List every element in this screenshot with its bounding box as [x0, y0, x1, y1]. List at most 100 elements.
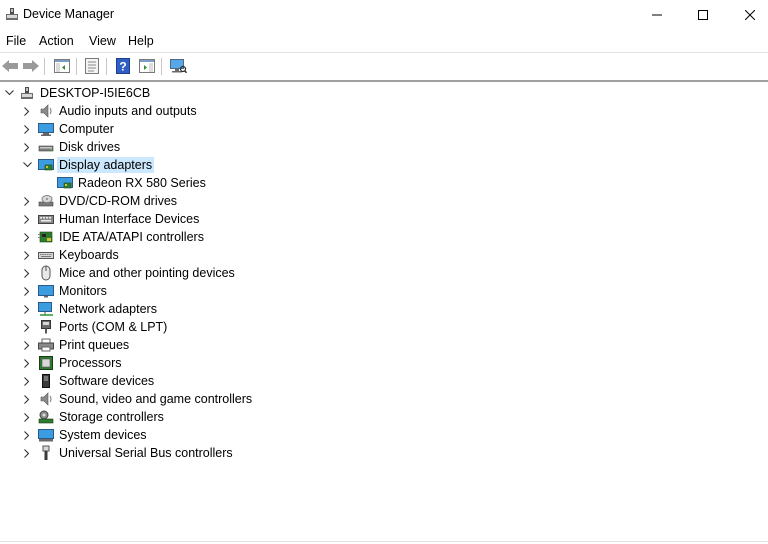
tree-item-label: Ports (COM & LPT): [59, 320, 168, 334]
tree-item-storage-controllers[interactable]: Storage controllers: [0, 408, 220, 426]
tree-item-system-devices[interactable]: System devices: [0, 426, 200, 444]
chevron-right-icon[interactable]: [22, 286, 32, 296]
tree-item-label: Radeon RX 580 Series: [78, 176, 206, 190]
maximize-icon: [698, 10, 708, 20]
chevron-right-icon[interactable]: [22, 394, 32, 404]
minimize-button[interactable]: [634, 0, 680, 30]
ide-controller-icon: [38, 229, 54, 245]
device-tree: DESKTOP-I5IE6CB Audio inputs and outputs…: [0, 84, 768, 540]
menu-view[interactable]: View: [89, 34, 116, 48]
chevron-right-icon[interactable]: [22, 430, 32, 440]
tree-item-sound-video-game[interactable]: Sound, video and game controllers: [0, 390, 260, 408]
tree-item-hid[interactable]: Human Interface Devices: [0, 210, 240, 228]
storage-controller-icon: [38, 409, 54, 425]
port-icon: [38, 319, 54, 335]
menu-action[interactable]: Action: [39, 34, 74, 48]
tree-item-label: Computer: [59, 122, 114, 136]
tree-item-keyboards[interactable]: Keyboards: [0, 246, 200, 264]
dvd-drive-icon: [38, 193, 54, 209]
chevron-right-icon[interactable]: [22, 232, 32, 242]
tree-item-mice[interactable]: Mice and other pointing devices: [0, 264, 260, 282]
computer-icon: [38, 121, 54, 137]
menu-bar: File Action View Help: [0, 30, 768, 52]
tree-item-disk-drives[interactable]: Disk drives: [0, 138, 200, 156]
properties-button[interactable]: [82, 56, 102, 76]
tree-root-label: DESKTOP-I5IE6CB: [40, 86, 151, 100]
tree-item-print-queues[interactable]: Print queues: [0, 336, 200, 354]
run-action-icon: [139, 59, 155, 73]
svg-text:?: ?: [119, 60, 126, 74]
chevron-right-icon[interactable]: [22, 412, 32, 422]
monitor-icon: [38, 283, 54, 299]
mouse-icon: [38, 265, 54, 281]
maximize-button[interactable]: [680, 0, 726, 30]
chevron-right-icon[interactable]: [22, 106, 32, 116]
tree-item-label: Network adapters: [59, 302, 157, 316]
chevron-right-icon[interactable]: [22, 142, 32, 152]
sound-controller-icon: [38, 391, 54, 407]
processor-icon: [38, 355, 54, 371]
tree-item-label: Print queues: [59, 338, 130, 352]
hid-icon: [38, 211, 54, 227]
window-title: Device Manager: [23, 7, 115, 21]
show-hide-tree-icon: [54, 59, 70, 73]
chevron-down-icon[interactable]: [22, 160, 32, 170]
chevron-right-icon[interactable]: [22, 250, 32, 260]
network-adapter-icon: [38, 301, 54, 317]
scan-hardware-icon: [170, 59, 187, 74]
chevron-right-icon[interactable]: [22, 358, 32, 368]
tree-item-label: Mice and other pointing devices: [59, 266, 235, 280]
tree-item-dvd-drives[interactable]: DVD/CD-ROM drives: [0, 192, 220, 210]
tree-item-ports[interactable]: Ports (COM & LPT): [0, 318, 220, 336]
run-action-button[interactable]: [137, 56, 157, 76]
properties-icon: [85, 58, 99, 74]
tree-item-label: DVD/CD-ROM drives: [59, 194, 178, 208]
tree-item-software-devices[interactable]: Software devices: [0, 372, 200, 390]
tree-root[interactable]: DESKTOP-I5IE6CB: [0, 84, 200, 102]
menu-file[interactable]: File: [6, 34, 26, 48]
tree-item-audio[interactable]: Audio inputs and outputs: [0, 102, 260, 120]
close-button[interactable]: [727, 0, 768, 30]
tree-item-network-adapters[interactable]: Network adapters: [0, 300, 220, 318]
back-icon: [2, 60, 18, 72]
chevron-right-icon[interactable]: [22, 196, 32, 206]
tree-item-label: Storage controllers: [59, 410, 164, 424]
tree-item-label: Monitors: [59, 284, 107, 298]
chevron-right-icon[interactable]: [22, 322, 32, 332]
menu-help[interactable]: Help: [128, 34, 154, 48]
tree-item-ide-controllers[interactable]: IDE ATA/ATAPI controllers: [0, 228, 240, 246]
chevron-right-icon[interactable]: [22, 124, 32, 134]
usb-icon: [38, 445, 54, 461]
tree-item-display-adapters[interactable]: Display adapters: [0, 156, 200, 174]
toolbar-divider: [0, 80, 768, 82]
tree-item-usb-controllers[interactable]: Universal Serial Bus controllers: [0, 444, 260, 462]
chevron-right-icon[interactable]: [22, 340, 32, 350]
speaker-icon: [38, 103, 54, 119]
display-adapter-icon: [57, 175, 73, 191]
tree-item-computer[interactable]: Computer: [0, 120, 200, 138]
tree-item-monitors[interactable]: Monitors: [0, 282, 200, 300]
device-manager-icon: [5, 7, 19, 21]
toolbar: ?: [0, 52, 768, 81]
tree-item-radeon-rx-580[interactable]: Radeon RX 580 Series: [0, 174, 220, 192]
close-icon: [745, 10, 755, 20]
disk-drive-icon: [38, 139, 54, 155]
chevron-right-icon[interactable]: [22, 268, 32, 278]
forward-button[interactable]: [21, 56, 41, 76]
keyboard-icon: [38, 247, 54, 263]
chevron-right-icon[interactable]: [22, 214, 32, 224]
help-icon: ?: [116, 58, 130, 74]
tree-item-label: Display adapters: [57, 157, 155, 173]
chevron-right-icon[interactable]: [22, 448, 32, 458]
back-button[interactable]: [0, 56, 20, 76]
chevron-down-icon[interactable]: [4, 88, 14, 98]
chevron-right-icon[interactable]: [22, 304, 32, 314]
scan-hardware-button[interactable]: [168, 56, 188, 76]
toolbar-separator: [76, 58, 77, 75]
window-bottom-border: [0, 541, 768, 542]
chevron-right-icon[interactable]: [22, 376, 32, 386]
tree-item-label: Sound, video and game controllers: [59, 392, 253, 406]
tree-item-processors[interactable]: Processors: [0, 354, 200, 372]
help-button[interactable]: ?: [113, 56, 133, 76]
show-hide-tree-button[interactable]: [52, 56, 72, 76]
